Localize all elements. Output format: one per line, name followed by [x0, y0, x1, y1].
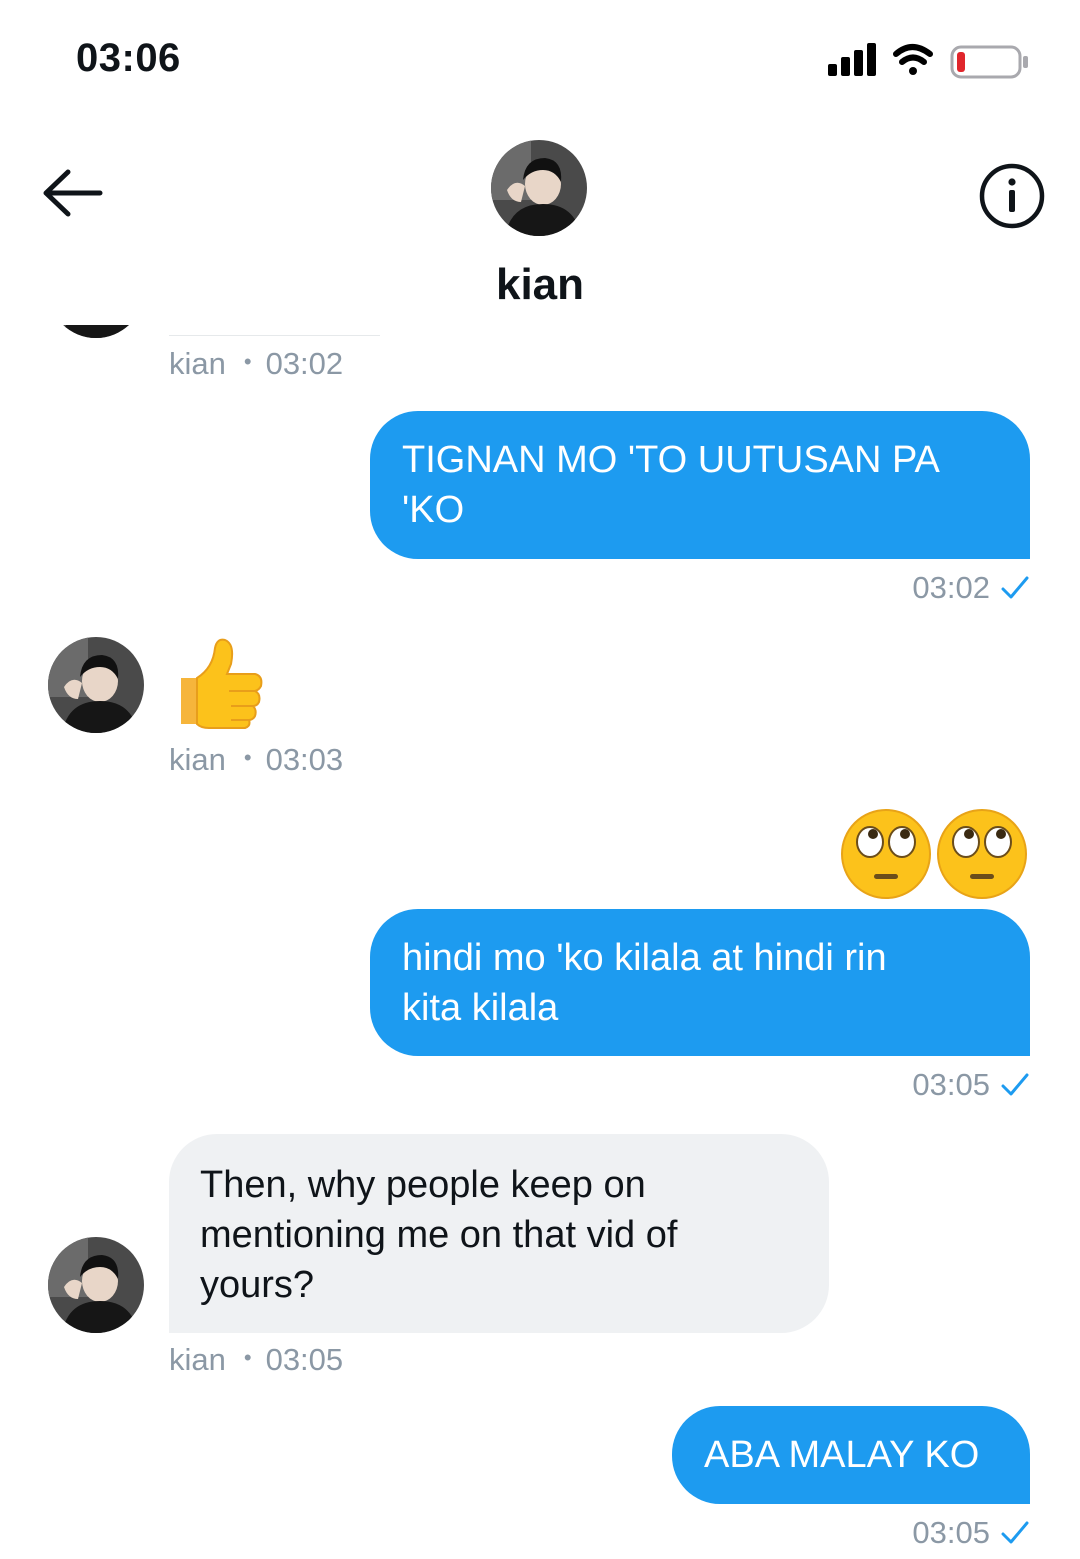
avatar[interactable] [48, 637, 144, 733]
conversation-header: kian [0, 120, 1080, 325]
back-button[interactable] [38, 164, 106, 222]
thumbs-up-icon[interactable] [169, 634, 265, 735]
separator-dot: • [243, 1345, 252, 1370]
message-meta: kian • 03:05 [169, 1342, 343, 1378]
message-time: 03:02 [265, 346, 344, 381]
message-time: 03:05 [265, 1342, 344, 1377]
message-meta: kian • 03:03 [169, 742, 343, 778]
separator-dot: • [243, 349, 252, 374]
sender-name: kian [169, 742, 226, 777]
sent-message-bubble[interactable]: hindi mo 'ko kilala at hindi rin kita ki… [370, 909, 1030, 1056]
received-message-bubble[interactable]: Then, why people keep on mentioning me o… [169, 1134, 829, 1333]
message-meta: 03:02 [912, 570, 1030, 606]
check-icon [1001, 1521, 1029, 1544]
sent-message-bubble[interactable]: ABA MALAY KO [672, 1406, 1030, 1504]
conversation-title[interactable]: kian [0, 260, 1080, 310]
message-meta: 03:05 [912, 1515, 1030, 1551]
rolling-eyes-icon[interactable] [840, 808, 1030, 905]
message-cutoff-edge [169, 335, 380, 336]
message-time: 03:05 [912, 1067, 990, 1102]
arrow-left-icon [43, 169, 103, 217]
sender-name: kian [169, 346, 226, 381]
check-icon [1001, 576, 1029, 599]
message-time: 03:03 [265, 742, 344, 777]
avatar[interactable] [48, 1237, 144, 1333]
message-meta: 03:05 [912, 1067, 1030, 1103]
check-icon [1001, 1073, 1029, 1096]
info-button[interactable] [976, 160, 1048, 232]
message-time: 03:05 [912, 1515, 990, 1550]
sender-name: kian [169, 1342, 226, 1377]
sent-message-bubble[interactable]: TIGNAN MO 'TO UUTUSAN PA 'KO [370, 411, 1030, 559]
message-time: 03:02 [912, 570, 990, 605]
info-circle-icon [979, 163, 1045, 229]
message-meta: kian • 03:02 [169, 346, 343, 382]
separator-dot: • [243, 745, 252, 770]
header-avatar[interactable] [491, 140, 587, 236]
